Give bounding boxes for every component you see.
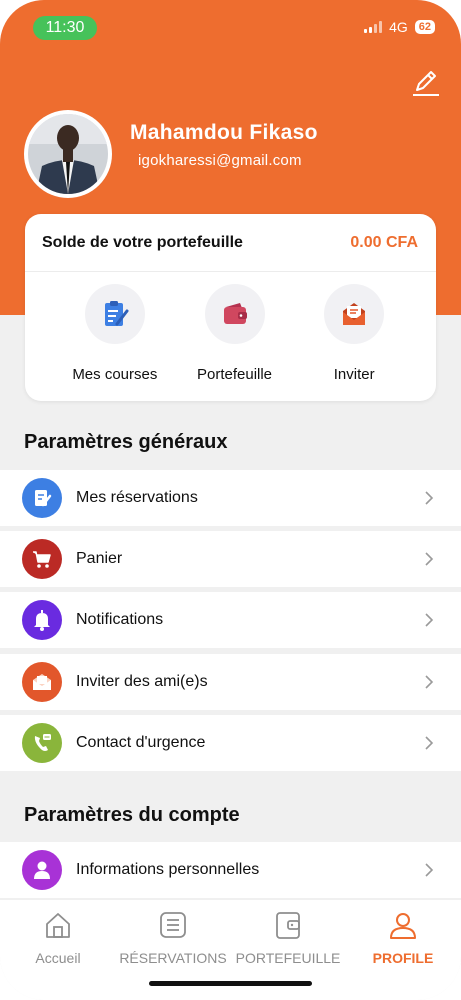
user-email: igokharessi@gmail.com (138, 152, 302, 169)
account-settings-title: Paramètres du compte (24, 804, 240, 826)
pencil-icon (413, 71, 439, 96)
home-icon (46, 913, 70, 938)
user-icon (390, 913, 416, 939)
menu-item-label: Notifications (76, 611, 164, 628)
chevron-right-icon (425, 613, 434, 627)
tab-profile[interactable]: PROFILE (343, 910, 461, 966)
menu-item-label: Inviter des ami(e)s (76, 673, 208, 690)
chevron-right-icon (425, 491, 434, 505)
user-name: Mahamdou Fikaso (130, 121, 318, 144)
quick-action-portefeuille[interactable]: Portefeuille (175, 284, 295, 383)
wallet-icon (223, 303, 247, 324)
status-bar: 11:30 4G 62 (0, 16, 461, 42)
status-time: 11:30 (33, 16, 97, 40)
tab-portefeuille[interactable]: PORTEFEUILLE (228, 910, 348, 966)
cart-icon (22, 539, 62, 579)
quick-action-mes-courses[interactable]: Mes courses (55, 284, 175, 383)
envelope-icon (343, 303, 366, 325)
menu-item-informations-personnelles[interactable]: Informations personnelles (0, 842, 461, 898)
menu-item-label: Contact d'urgence (76, 734, 206, 751)
invite-icon (22, 662, 62, 702)
chevron-right-icon (425, 736, 434, 750)
edit-profile-button[interactable] (411, 68, 441, 98)
menu-item-panier[interactable]: Panier (0, 531, 461, 587)
phone-icon (22, 723, 62, 763)
menu-item-mes-reservations[interactable]: Mes réservations (0, 470, 461, 526)
profile-photo (28, 114, 108, 194)
chevron-right-icon (425, 675, 434, 689)
wallet-balance-row[interactable]: Solde de votre portefeuille 0.00 CFA (25, 214, 436, 272)
quick-action-label: Mes courses (72, 366, 158, 383)
home-indicator[interactable] (149, 981, 312, 986)
menu-item-notifications[interactable]: Notifications (0, 592, 461, 648)
menu-item-label: Panier (76, 550, 123, 567)
network-label: 4G (389, 19, 408, 35)
tab-label: PORTEFEUILLE (235, 950, 341, 966)
menu-item-contact-urgence[interactable]: Contact d'urgence (0, 715, 461, 771)
list-icon (160, 912, 186, 938)
quick-actions: Mes courses Portefeuille Inviter (25, 272, 436, 383)
wallet-balance-amount: 0.00 CFA (350, 233, 418, 251)
clipboard-icon (104, 301, 129, 326)
quick-action-inviter[interactable]: Inviter (294, 284, 414, 383)
chevron-right-icon (425, 552, 434, 566)
wallet-balance-label: Solde de votre portefeuille (42, 233, 243, 251)
avatar[interactable] (24, 110, 112, 198)
tab-label: RÉSERVATIONS (119, 950, 227, 966)
wallet-icon (276, 912, 300, 939)
menu-item-inviter-des-amis[interactable]: Inviter des ami(e)s (0, 654, 461, 710)
tab-label: PROFILE (372, 950, 434, 966)
wallet-card: Solde de votre portefeuille 0.00 CFA Mes… (25, 214, 436, 401)
tab-accueil[interactable]: Accueil (0, 910, 118, 966)
menu-item-label: Informations personnelles (76, 861, 260, 878)
general-settings-title: Paramètres généraux (24, 431, 228, 453)
menu-item-label: Mes réservations (76, 489, 198, 506)
chevron-right-icon (425, 863, 434, 877)
quick-action-label: Portefeuille (196, 366, 273, 383)
profile-screen: 11:30 4G 62 Mahamdou Fikaso igokharessi@… (0, 0, 461, 1000)
tab-label: Accueil (35, 950, 81, 966)
bell-icon (22, 600, 62, 640)
battery-icon: 62 (414, 20, 435, 34)
user-icon (22, 850, 62, 890)
signal-icon (364, 21, 383, 33)
reservation-icon (22, 478, 62, 518)
quick-action-label: Inviter (333, 366, 375, 383)
status-indicators: 4G 62 (364, 19, 435, 35)
tab-reservations[interactable]: RÉSERVATIONS (113, 910, 233, 966)
